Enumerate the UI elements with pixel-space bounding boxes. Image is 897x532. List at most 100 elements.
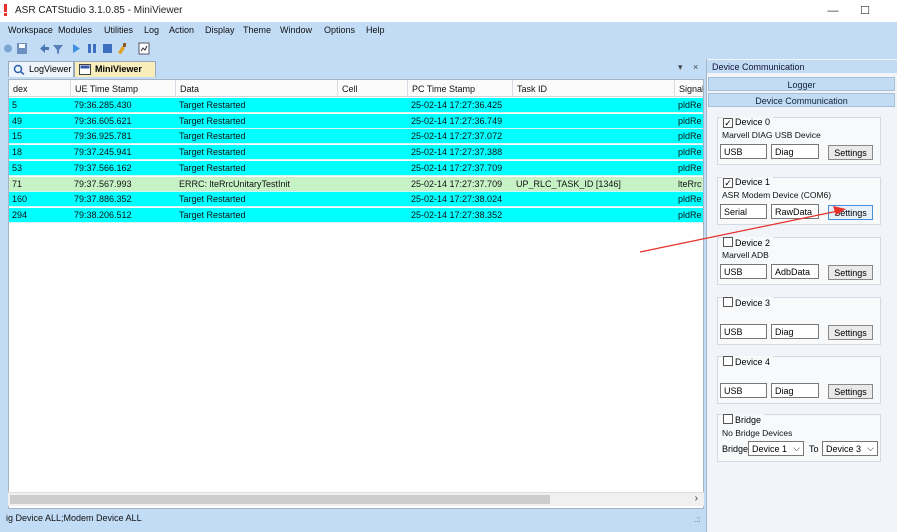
device-checkbox[interactable] — [723, 237, 733, 247]
mini-viewer-icon — [79, 64, 91, 75]
device-checkbox-row[interactable]: Device 4 — [723, 356, 774, 367]
column-header-task-id[interactable]: Task ID — [513, 80, 675, 97]
table-row[interactable]: 5 79:36.285.430 Target Restarted 25-02-14 1… — [9, 98, 703, 113]
device-checkbox-row[interactable]: Device 3 — [723, 297, 774, 308]
cell-signal: pldRe — [678, 115, 702, 126]
tab-miniviewer[interactable]: MiniViewer — [74, 61, 156, 77]
menu-action[interactable]: Action — [169, 25, 194, 35]
open-icon[interactable] — [2, 42, 14, 55]
panel-title: Device Communication — [707, 60, 897, 73]
stop-icon[interactable] — [101, 42, 113, 55]
pause-icon[interactable] — [86, 42, 98, 55]
connection-type-field[interactable]: USB — [720, 144, 767, 159]
settings-button[interactable]: Settings — [828, 384, 873, 399]
bridge-to-select[interactable]: Device 3 ⌵ — [822, 441, 878, 456]
menu-help[interactable]: Help — [366, 25, 385, 35]
menu-options[interactable]: Options — [324, 25, 355, 35]
connection-type-field[interactable]: USB — [720, 264, 767, 279]
mini-chart-icon[interactable] — [138, 42, 150, 55]
column-header-cell[interactable]: Cell — [338, 80, 408, 97]
magnifier-icon — [13, 64, 25, 75]
column-header-index[interactable]: dex — [9, 80, 71, 97]
table-row[interactable]: 294 79:38.206.512 Target Restarted 25-02-14… — [9, 207, 703, 223]
connection-type-field[interactable]: USB — [720, 383, 767, 398]
table-row[interactable]: 160 79:37.886.352 Target Restarted 25-02-14… — [9, 192, 703, 208]
table-row[interactable]: 18 79:37.245.941 Target Restarted 25-02-14 … — [9, 145, 703, 161]
device-checkbox[interactable] — [723, 297, 733, 307]
scroll-right-arrow-icon[interactable]: › — [695, 493, 698, 504]
pane-menu-button[interactable]: ▾ — [678, 62, 683, 72]
device-description: ASR Modem Device (COM6) — [722, 190, 832, 200]
cell-index: 160 — [12, 194, 28, 205]
mode-field[interactable]: Diag — [771, 144, 819, 159]
device-group: ✓ Device 1 ASR Modem Device (COM6) Serial Ra… — [717, 177, 881, 225]
bridge-to-label: To — [809, 444, 819, 454]
mode-field[interactable]: RawData — [771, 204, 819, 219]
minimize-button[interactable]: — — [818, 2, 848, 20]
scrollbar-thumb[interactable] — [10, 495, 550, 504]
bridge-checkbox-row[interactable]: Bridge — [723, 414, 765, 425]
logger-strip[interactable]: Logger — [708, 77, 895, 91]
device-checkbox[interactable]: ✓ — [723, 118, 733, 128]
cell-ue-time: 79:37.886.352 — [74, 194, 132, 205]
back-arrow-icon[interactable] — [38, 42, 50, 55]
menu-workspace[interactable]: Workspace — [8, 25, 53, 35]
cell-pc-time: 25-02-14 17:27:37.388 — [411, 147, 503, 158]
cell-index: 294 — [12, 209, 28, 220]
device-communication-strip[interactable]: Device Communication — [708, 93, 895, 107]
menu-log[interactable]: Log — [144, 25, 159, 35]
mode-field[interactable]: Diag — [771, 324, 819, 339]
cell-data: ERRC: lteRrcUnitaryTestInit — [179, 178, 291, 189]
connection-type-field[interactable]: USB — [720, 324, 767, 339]
cell-pc-time: 25-02-14 17:27:36.749 — [411, 115, 503, 126]
device-checkbox-row[interactable]: Device 2 — [723, 237, 774, 248]
play-icon[interactable] — [70, 42, 82, 55]
cell-ue-time: 79:36.285.430 — [74, 100, 132, 110]
save-icon[interactable] — [16, 42, 28, 55]
device-checkbox[interactable]: ✓ — [723, 178, 733, 188]
column-header-signal[interactable]: Signal — [675, 80, 703, 97]
cell-index: 18 — [12, 147, 23, 158]
column-header-data[interactable]: Data — [176, 80, 338, 97]
settings-button[interactable]: Settings — [828, 205, 873, 220]
mode-field[interactable]: Diag — [771, 383, 819, 398]
menu-theme[interactable]: Theme — [243, 25, 271, 35]
clear-brush-icon[interactable] — [116, 42, 128, 55]
cell-data: Target Restarted — [179, 115, 246, 126]
pane-close-button[interactable]: × — [693, 62, 698, 72]
connection-type-field[interactable]: Serial — [720, 204, 767, 219]
menu-modules[interactable]: Modules — [58, 25, 92, 35]
tab-logviewer[interactable]: LogViewer — [8, 61, 74, 77]
column-header-ue-time[interactable]: UE Time Stamp — [71, 80, 176, 97]
menu-utilities[interactable]: Utilities — [104, 25, 133, 35]
device-checkbox-row[interactable]: ✓ Device 0 — [723, 117, 774, 128]
table-row[interactable]: 49 79:36.605.621 Target Restarted 25-02-14 … — [9, 113, 703, 129]
horizontal-scrollbar[interactable]: › — [8, 492, 704, 506]
device-checkbox[interactable] — [723, 356, 733, 366]
filter-all-icon[interactable] — [52, 42, 64, 55]
device-name: Device 4 — [735, 357, 771, 367]
table-row[interactable]: 53 79:37.566.162 Target Restarted 25-02-14 … — [9, 160, 703, 176]
settings-button[interactable]: Settings — [828, 265, 873, 280]
cell-pc-time: 25-02-14 17:27:37.709 — [411, 162, 503, 173]
device-name: Device 2 — [735, 238, 771, 248]
tab-miniviewer-label: MiniViewer — [95, 64, 142, 74]
maximize-button[interactable]: ☐ — [850, 2, 880, 20]
table-row[interactable]: 71 79:37.567.993 ERRC: lteRrcUnitaryTestIn… — [9, 176, 703, 192]
bridge-description: No Bridge Devices — [722, 428, 793, 438]
mode-field[interactable]: AdbData — [771, 264, 819, 279]
cell-ue-time: 79:36.605.621 — [74, 115, 132, 126]
menu-window[interactable]: Window — [280, 25, 312, 35]
tab-logviewer-label: LogViewer — [29, 64, 72, 74]
table-row[interactable]: 15 79:36.925.781 Target Restarted 25-02-14 … — [9, 129, 703, 145]
bridge-checkbox[interactable] — [723, 414, 733, 424]
menu-display[interactable]: Display — [205, 25, 235, 35]
column-header-pc-time[interactable]: PC Time Stamp — [408, 80, 513, 97]
resize-grip-icon[interactable]: .:: — [694, 515, 701, 524]
device-checkbox-row[interactable]: ✓ Device 1 — [723, 177, 774, 188]
settings-button[interactable]: Settings — [828, 145, 873, 160]
cell-pc-time: 25-02-14 17:27:38.024 — [411, 194, 503, 205]
cell-ue-time: 79:38.206.512 — [74, 209, 132, 220]
bridge-from-select[interactable]: Device 1 ⌵ — [748, 441, 804, 456]
settings-button[interactable]: Settings — [828, 325, 873, 340]
